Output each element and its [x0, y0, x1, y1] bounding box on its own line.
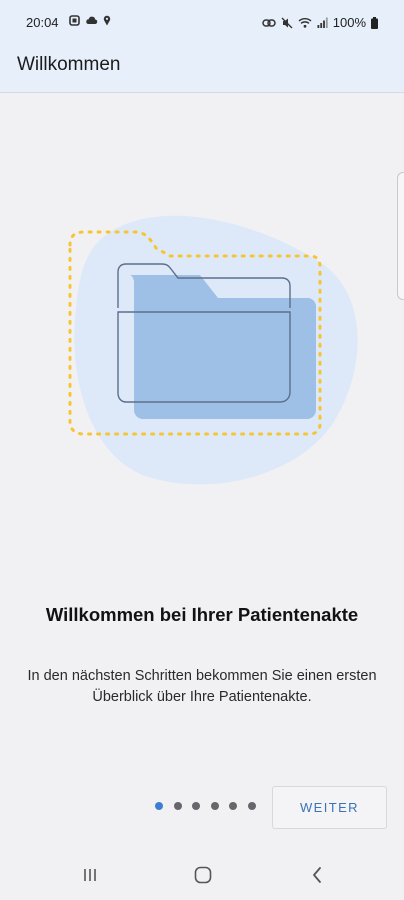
page-indicator [155, 802, 256, 810]
signal-icon [317, 17, 328, 28]
recent-apps-icon[interactable] [70, 862, 110, 888]
welcome-illustration [50, 200, 370, 500]
page-dot [210, 802, 219, 810]
notification-icon [69, 15, 80, 26]
mute-icon [281, 17, 293, 29]
battery-label: 100% [332, 15, 366, 30]
home-icon[interactable] [183, 862, 223, 888]
battery-icon [371, 16, 378, 29]
page-dot [247, 802, 256, 810]
app-bar: Willkommen [0, 44, 404, 93]
back-icon[interactable] [297, 862, 337, 888]
page-dot [192, 802, 200, 810]
welcome-headline: Willkommen bei Ihrer Patientenakte [45, 604, 359, 625]
location-icon [103, 15, 111, 26]
link-icon [262, 18, 276, 28]
system-nav-bar [0, 850, 404, 900]
page-dot [229, 802, 237, 810]
status-time: 20:04 [26, 15, 59, 30]
next-button[interactable]: WEITER [272, 786, 387, 829]
page-dot-active [155, 802, 163, 810]
status-bar: 20:04 100% [0, 0, 404, 44]
welcome-description: In den nächsten Schritten bekommen Sie e… [27, 668, 377, 705]
page-title: Willkommen [17, 54, 121, 75]
page-dot [173, 802, 182, 810]
cloud-icon [85, 16, 98, 25]
folder-icon [68, 215, 358, 485]
edge-panel-handle[interactable] [397, 172, 404, 300]
wifi-icon [298, 17, 312, 28]
